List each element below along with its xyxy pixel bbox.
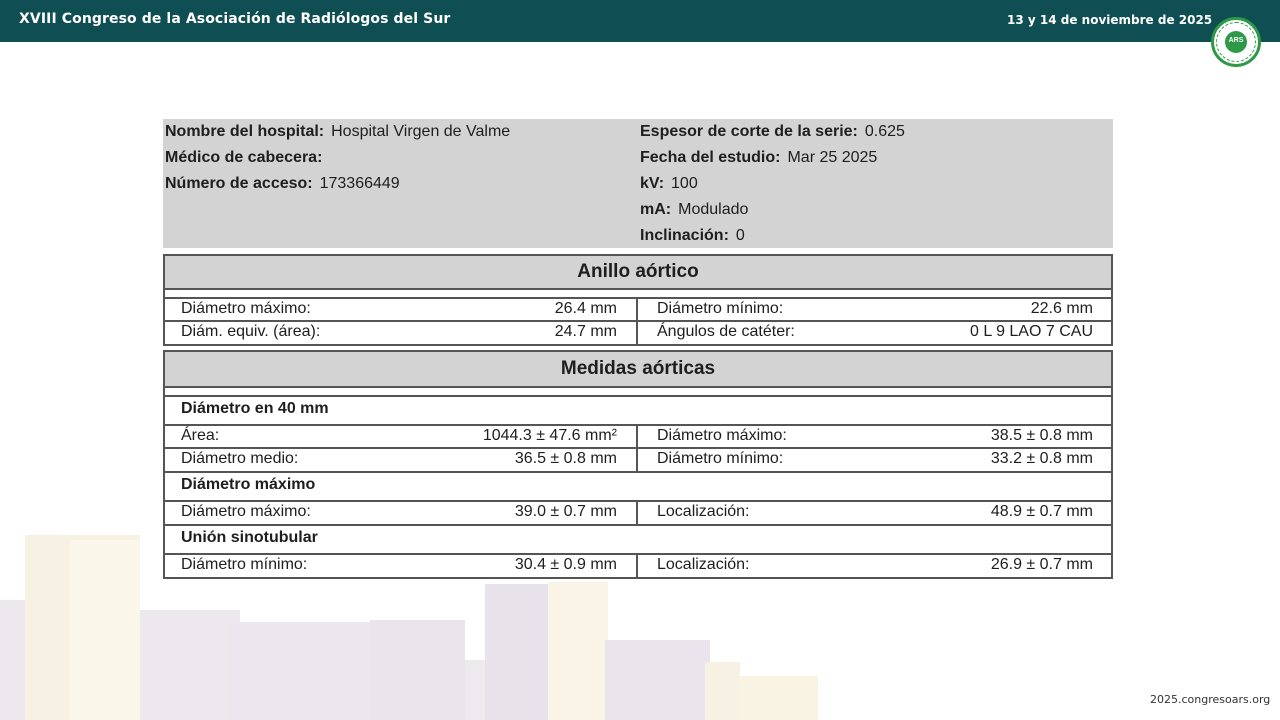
bg-shape xyxy=(705,662,740,720)
header-bar: XVIII Congreso de la Asociación de Radió… xyxy=(0,0,1280,42)
sino-label-right: Localización: xyxy=(657,556,750,573)
bg-shape xyxy=(548,582,608,720)
bg-shape xyxy=(370,620,465,720)
anillo-row1-value-left: 26.4 mm xyxy=(554,300,617,317)
table-rule xyxy=(163,500,1113,502)
info-label: kV: xyxy=(640,175,665,192)
table-rule xyxy=(163,320,1113,322)
study-info-block: Nombre del hospital: Hospital Virgen de V… xyxy=(163,119,1113,248)
subsection-diammax: Diámetro máximo xyxy=(181,476,316,493)
bg-shape xyxy=(140,610,240,720)
diammax-value-left: 39.0 ± 0.7 mm xyxy=(514,503,617,520)
table-rule xyxy=(163,524,1113,526)
bg-shape xyxy=(70,540,140,720)
column-divider xyxy=(636,297,638,345)
info-value: Modulado xyxy=(678,201,749,218)
diammax-label-left: Diámetro máximo: xyxy=(181,503,311,520)
bg-shape xyxy=(605,640,710,720)
table-edge xyxy=(163,388,165,579)
anillo-row1-value-right: 22.6 mm xyxy=(1030,300,1093,317)
anillo-row2-label-right: Ángulos de catéter: xyxy=(657,323,795,340)
table-rule xyxy=(163,395,1113,397)
logo-text: ARS xyxy=(1228,37,1244,44)
diam40-row2-label-right: Diámetro mínimo: xyxy=(657,450,784,467)
congress-title: XVIII Congreso de la Asociación de Radió… xyxy=(19,11,451,27)
table-edge xyxy=(1111,388,1113,579)
info-value: Mar 25 2025 xyxy=(787,149,878,166)
bg-shape xyxy=(230,622,370,720)
diam40-row2-value-left: 36.5 ± 0.8 mm xyxy=(514,450,617,467)
table-edge xyxy=(163,290,165,346)
diam40-row2-label-left: Diámetro medio: xyxy=(181,450,299,467)
table-rule xyxy=(163,344,1113,346)
anillo-row1-label-right: Diámetro mínimo: xyxy=(657,300,784,317)
info-hospital: Nombre del hospital: Hospital Virgen de V… xyxy=(165,123,510,141)
table-rule xyxy=(163,577,1113,579)
info-study-date: Fecha del estudio: Mar 25 2025 xyxy=(640,149,877,167)
info-value: 0.625 xyxy=(864,123,905,140)
congress-date: 13 y 14 de noviembre de 2025 xyxy=(1007,13,1213,27)
info-label: Inclinación: xyxy=(640,227,729,244)
diam40-row1-value-left: 1044.3 ± 47.6 mm² xyxy=(482,427,617,444)
footer-url: 2025.congresoars.org xyxy=(1150,693,1271,706)
ars-logo-icon: ARS xyxy=(1211,17,1261,67)
column-divider xyxy=(636,553,638,578)
section-header-anillo: Anillo aórtico xyxy=(163,254,1113,290)
subsection-diam40: Diámetro en 40 mm xyxy=(181,400,329,417)
bg-shape xyxy=(485,584,550,720)
info-value: 0 xyxy=(735,227,745,244)
info-value: 100 xyxy=(671,175,698,192)
section-header-medidas: Medidas aórticas xyxy=(163,350,1113,388)
column-divider xyxy=(636,500,638,525)
table-rule xyxy=(163,424,1113,426)
info-kv: kV: 100 xyxy=(640,175,698,193)
sino-label-left: Diámetro mínimo: xyxy=(181,556,308,573)
info-label: Nombre del hospital: xyxy=(165,123,325,140)
anillo-row2-label-left: Diám. equiv. (área): xyxy=(181,323,321,340)
info-label: Fecha del estudio: xyxy=(640,149,781,166)
diammax-label-right: Localización: xyxy=(657,503,750,520)
measurement-report: Nombre del hospital: Hospital Virgen de V… xyxy=(163,119,1113,579)
info-label: Número de acceso: xyxy=(165,175,313,192)
info-physician: Médico de cabecera: xyxy=(165,149,329,167)
diam40-row1-label-right: Diámetro máximo: xyxy=(657,427,787,444)
bg-shape xyxy=(738,676,818,720)
anillo-row1-label-left: Diámetro máximo: xyxy=(181,300,311,317)
info-label: Espesor de corte de la serie: xyxy=(640,123,858,140)
sino-value-right: 26.9 ± 0.7 mm xyxy=(990,556,1093,573)
info-slice-thickness: Espesor de corte de la serie: 0.625 xyxy=(640,123,905,141)
sino-value-left: 30.4 ± 0.9 mm xyxy=(514,556,617,573)
info-accession: Número de acceso: 173366449 xyxy=(165,175,400,193)
table-rule xyxy=(163,553,1113,555)
info-value: Hospital Virgen de Valme xyxy=(331,123,511,140)
info-label: Médico de cabecera: xyxy=(165,149,323,166)
anillo-row2-value-left: 24.7 mm xyxy=(554,323,617,340)
diam40-row2-value-right: 33.2 ± 0.8 mm xyxy=(990,450,1093,467)
info-value: 173366449 xyxy=(319,175,400,192)
info-tilt: Inclinación: 0 xyxy=(640,227,745,245)
anillo-row2-value-right: 0 L 9 LAO 7 CAU xyxy=(969,323,1093,340)
info-label: mA: xyxy=(640,201,672,218)
logo-badge: ARS xyxy=(1225,31,1247,53)
table-edge xyxy=(1111,290,1113,346)
diam40-row1-label-left: Área: xyxy=(181,427,220,444)
info-ma: mA: Modulado xyxy=(640,201,748,219)
diam40-row1-value-right: 38.5 ± 0.8 mm xyxy=(990,427,1093,444)
table-rule xyxy=(163,297,1113,299)
column-divider xyxy=(636,424,638,472)
subsection-sinotubular: Unión sinotubular xyxy=(181,529,318,546)
table-rule xyxy=(163,447,1113,449)
table-rule xyxy=(163,471,1113,473)
diammax-value-right: 48.9 ± 0.7 mm xyxy=(990,503,1093,520)
